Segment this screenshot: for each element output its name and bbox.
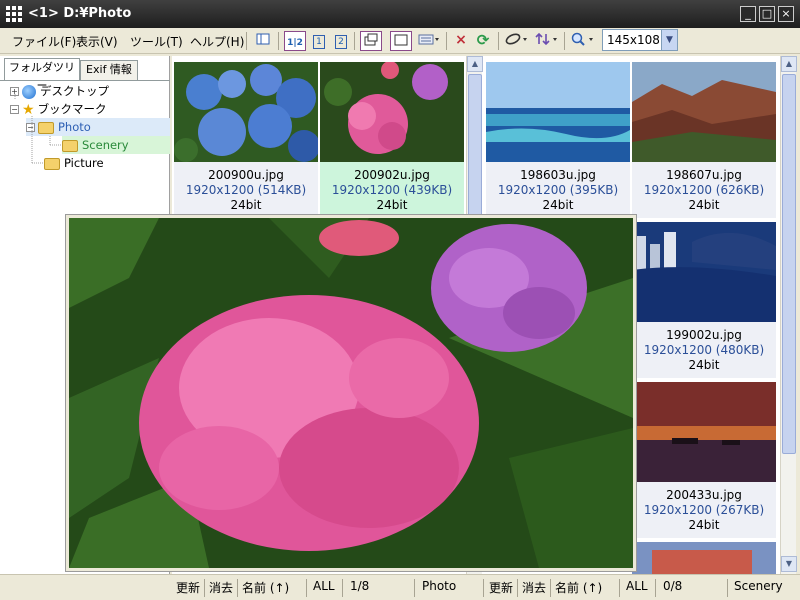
file-bits: 24bit [688,358,720,372]
file-bits: 24bit [230,198,262,212]
menu-help[interactable]: ヘルプ(H) [190,33,244,50]
right-pane-scrollbar[interactable]: ▲ ▼ [780,56,797,574]
file-dims: 1920x1200 (514KB) [185,183,307,197]
file-dims: 1920x1200 (480KB) [643,343,765,357]
thumbnail-image [320,62,464,162]
menu-tools[interactable]: ツール(T) [130,33,183,50]
menu-file[interactable]: ファイル(F) [12,33,76,50]
thumbnail-caption: 200433u.jpg 1920x1200 (267KB) 24bit [632,482,776,538]
window-preview-button[interactable] [360,31,382,51]
file-name: 198607u.jpg [666,168,742,182]
thumbnail-size-value: 145x108 [607,33,660,47]
list-view-dropdown-icon[interactable] [416,31,442,51]
thumbnail-caption: 199002u.jpg 1920x1200 (480KB) 24bit [632,322,776,378]
sort-dropdown-icon[interactable] [534,31,560,51]
file-name: 200902u.jpg [354,168,430,182]
status-folder-right: Scenery [734,579,783,593]
chevron-down-icon[interactable]: ▼ [661,30,677,50]
thumbnail-200900u[interactable]: 200900u.jpg 1920x1200 (514KB) 24bit [174,62,318,222]
file-bits: 24bit [376,198,408,212]
status-clear-right[interactable]: 消去 [522,579,546,596]
panel-toggle-icon[interactable] [254,31,272,51]
thumbnail-200902u[interactable]: 200902u.jpg 1920x1200 (439KB) 24bit [320,62,464,222]
pane-2-button[interactable]: 2 [332,31,350,51]
status-sort-left[interactable]: 名前 (↑) [242,579,289,596]
pane-1-button[interactable]: 1 [310,31,328,51]
file-bits: 24bit [542,198,574,212]
file-name: 199002u.jpg [666,328,742,342]
close-button[interactable]: × [778,6,794,22]
menu-view[interactable]: 表示(V) [76,33,118,50]
image-preview-window[interactable] [65,214,637,572]
thumbnail-image [632,542,776,574]
status-count-right: 0/8 [663,579,683,593]
status-refresh-right[interactable]: 更新 [489,579,513,596]
dual-pane-button[interactable]: 1|2 [284,31,306,51]
thumbnail-199002u[interactable]: 199002u.jpg 1920x1200 (480KB) 24bit [632,222,776,382]
file-dims: 1920x1200 (439KB) [331,183,453,197]
thumbnail-caption: 198607u.jpg 1920x1200 (626KB) 24bit [632,162,776,218]
status-sort-right[interactable]: 名前 (↑) [555,579,602,596]
scrollbar-thumb[interactable] [782,74,796,454]
scroll-up-icon[interactable]: ▲ [781,56,797,72]
title-bar: <1> D:¥Photo _ □ × [0,0,800,28]
thumbnail-caption: 200900u.jpg 1920x1200 (514KB) 24bit [174,162,318,218]
file-bits: 24bit [688,198,720,212]
thumbnail-caption: 200902u.jpg 1920x1200 (439KB) 24bit [320,162,464,218]
thumbnail-image [632,382,776,482]
thumbnail-size-select[interactable]: 145x108 ▼ [602,29,678,51]
zoom-dropdown-icon[interactable] [570,31,598,51]
maximize-button[interactable]: □ [759,6,775,22]
status-bar: 更新 消去 名前 (↑) ALL 1/8 Photo 更新 消去 名前 (↑) … [0,574,800,600]
thumbnail-image [486,62,630,162]
thumbnail-image [632,62,776,162]
thumbnail-198607u[interactable]: 198607u.jpg 1920x1200 (626KB) 24bit [632,62,776,222]
app-window: <1> D:¥Photo _ □ × ファイル(F) 表示(V) ツール(T) … [0,0,800,600]
status-clear-left[interactable]: 消去 [209,579,233,596]
scroll-up-icon[interactable]: ▲ [467,56,483,72]
thumbnail-image [174,62,318,162]
status-refresh-left[interactable]: 更新 [176,579,200,596]
menu-toolbar: ファイル(F) 表示(V) ツール(T) ヘルプ(H) 1|2 1 2 × ⟳ [0,28,800,54]
file-bits: 24bit [688,518,720,532]
file-name: 200433u.jpg [666,488,742,502]
app-grid-icon [6,6,22,22]
tab-exif-info[interactable]: Exif 情報 [80,60,138,80]
tree-lines [14,94,62,164]
rotate-dropdown-icon[interactable] [504,31,530,51]
refresh-icon[interactable]: ⟳ [474,31,492,51]
thumbnail-image [632,222,776,322]
thumbnail-partial[interactable] [632,542,776,574]
minimize-button[interactable]: _ [740,6,756,22]
delete-icon[interactable]: × [452,31,470,51]
status-count-left: 1/8 [350,579,370,593]
thumbnail-caption: 198603u.jpg 1920x1200 (395KB) 24bit [486,162,630,218]
status-filter-right[interactable]: ALL [626,579,648,593]
fullscreen-preview-button[interactable] [390,31,412,51]
thumbnail-200433u[interactable]: 200433u.jpg 1920x1200 (267KB) 24bit [632,382,776,542]
file-dims: 1920x1200 (626KB) [643,183,765,197]
file-name: 200900u.jpg [208,168,284,182]
file-dims: 1920x1200 (395KB) [497,183,619,197]
tab-folder-tree[interactable]: フォルダツリー [4,58,80,92]
window-title: <1> D:¥Photo [28,6,132,21]
preview-image [69,218,633,568]
file-name: 198603u.jpg [520,168,596,182]
file-dims: 1920x1200 (267KB) [643,503,765,517]
status-folder-left: Photo [422,579,457,593]
scroll-down-icon[interactable]: ▼ [781,556,797,572]
thumbnail-198603u[interactable]: 198603u.jpg 1920x1200 (395KB) 24bit [486,62,630,222]
status-filter-left[interactable]: ALL [313,579,335,593]
